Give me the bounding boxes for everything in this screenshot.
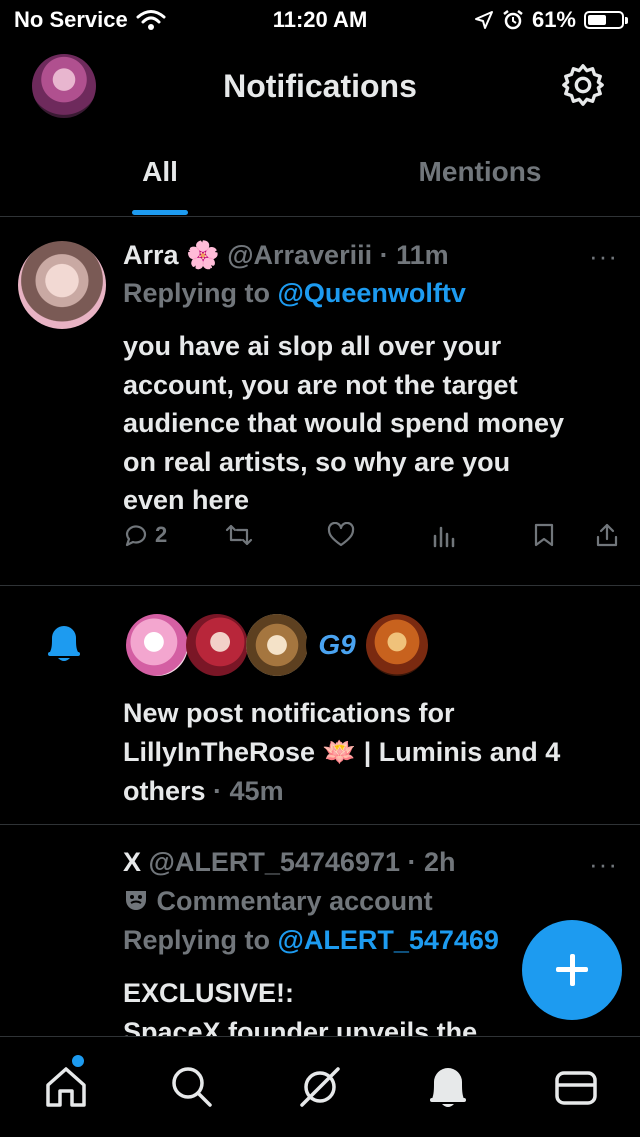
- active-tab-indicator: [132, 210, 188, 215]
- notification-tabs: All Mentions: [0, 130, 640, 217]
- post-time: · 2h: [407, 847, 456, 877]
- reply-count: 2: [155, 522, 168, 547]
- account-label-text: Commentary account: [156, 886, 433, 916]
- plus-icon-stem: [569, 954, 575, 986]
- reply-icon: [125, 525, 147, 547]
- share-button[interactable]: [595, 522, 619, 548]
- battery-icon: [584, 11, 628, 29]
- post-text-line: account, you are not the target: [123, 369, 518, 400]
- user-handle[interactable]: @ALERT_54746971: [149, 847, 400, 877]
- views-button[interactable]: [431, 522, 455, 548]
- grok-icon[interactable]: [296, 1063, 344, 1111]
- user-name[interactable]: X: [123, 847, 141, 877]
- notification-line: New post notifications for: [123, 698, 455, 728]
- notification-time: · 45m: [213, 776, 284, 806]
- account-name-rest: | Luminis and 4: [363, 737, 561, 767]
- more-options-button[interactable]: ···: [589, 241, 618, 272]
- user-avatar[interactable]: [18, 241, 106, 329]
- status-right: 61%: [474, 7, 628, 33]
- follower-avatar[interactable]: [186, 614, 248, 676]
- share-icon: [596, 523, 618, 547]
- compose-post-button[interactable]: [522, 920, 622, 1020]
- battery-level-fill: [588, 15, 606, 25]
- views-chart-icon: [433, 526, 455, 548]
- page-header: Notifications: [0, 40, 640, 130]
- post-text: you have ai slop all over your account, …: [123, 327, 564, 520]
- page-title: Notifications: [223, 68, 417, 104]
- location-arrow-icon: [474, 11, 493, 29]
- replying-to: Replying to @Queenwolftv: [123, 278, 466, 309]
- post-text-line: audience that would spend money: [123, 408, 565, 438]
- follower-avatar[interactable]: [126, 614, 188, 676]
- follower-avatar[interactable]: [246, 614, 308, 676]
- bookmark-icon: [534, 523, 554, 547]
- post-text-line: you have ai slop all over your: [123, 331, 502, 361]
- like-button[interactable]: [327, 522, 355, 548]
- reply-button[interactable]: 2: [123, 522, 167, 548]
- replying-to-handle[interactable]: @ALERT_547469: [278, 925, 499, 955]
- home-notification-dot: [70, 1053, 86, 1069]
- repost-icon: [225, 524, 253, 546]
- theater-mask-icon: [126, 891, 146, 910]
- replying-to: Replying to @ALERT_547469: [123, 925, 499, 956]
- notification-line: LillyInTheRose 🪷 | Luminis and 4: [123, 733, 560, 772]
- user-name[interactable]: Arra: [123, 240, 179, 270]
- notification-line: others · 45m: [123, 772, 560, 811]
- bell-icon: [48, 626, 80, 661]
- replying-to-handle[interactable]: @Queenwolftv: [278, 278, 466, 308]
- tab-mentions[interactable]: Mentions: [320, 156, 640, 188]
- notification-text: New post notifications for LillyInTheRos…: [123, 694, 560, 811]
- status-bar: No Service 11:20 AM 61%: [0, 0, 640, 40]
- repost-button[interactable]: [225, 522, 253, 548]
- follower-avatar[interactable]: [366, 614, 428, 676]
- replying-to-label: Replying to: [123, 278, 270, 308]
- post-time: · 11m: [379, 240, 449, 270]
- account-name[interactable]: LillyInTheRose: [123, 737, 315, 767]
- others-label: others: [123, 776, 206, 806]
- post-text: EXCLUSIVE!: SpaceX founder unveils the: [123, 974, 477, 1036]
- notification-new-posts[interactable]: G9 New post notifications for LillyInThe…: [0, 586, 640, 825]
- home-icon[interactable]: [42, 1063, 90, 1111]
- bell-icon[interactable]: [424, 1063, 472, 1111]
- post-header: X @ALERT_54746971 · 2h: [123, 847, 456, 878]
- battery-percent: 61%: [531, 7, 576, 32]
- post-actions: 2: [123, 522, 623, 556]
- alarm-icon: [503, 10, 523, 30]
- bookmark-button[interactable]: [533, 522, 555, 548]
- post-text-line: even here: [123, 485, 250, 515]
- post-header: Arra 🌸 @Arraveriii · 11m: [123, 239, 449, 271]
- replying-to-label: Replying to: [123, 925, 270, 955]
- user-handle[interactable]: @Arraveriii: [227, 240, 372, 270]
- account-label: Commentary account: [123, 886, 433, 917]
- notification-reply[interactable]: Arra 🌸 @Arraveriii · 11m ··· Replying to…: [0, 217, 640, 586]
- tab-all[interactable]: All: [0, 156, 320, 188]
- flower-emoji: 🌸: [186, 240, 220, 270]
- messages-icon[interactable]: [552, 1063, 600, 1111]
- gear-icon[interactable]: [560, 62, 606, 108]
- search-icon[interactable]: [168, 1063, 216, 1111]
- lotus-emoji: 🪷: [322, 737, 357, 767]
- more-options-button[interactable]: ···: [589, 849, 618, 880]
- follower-avatar-g9[interactable]: G9: [306, 614, 368, 676]
- post-text-line: EXCLUSIVE!:: [123, 978, 295, 1008]
- post-text-line: on real artists, so why are you: [123, 446, 511, 477]
- heart-icon: [327, 522, 355, 547]
- bottom-navigation: [0, 1036, 640, 1137]
- post-text-line: SpaceX founder unveils the: [123, 1016, 478, 1037]
